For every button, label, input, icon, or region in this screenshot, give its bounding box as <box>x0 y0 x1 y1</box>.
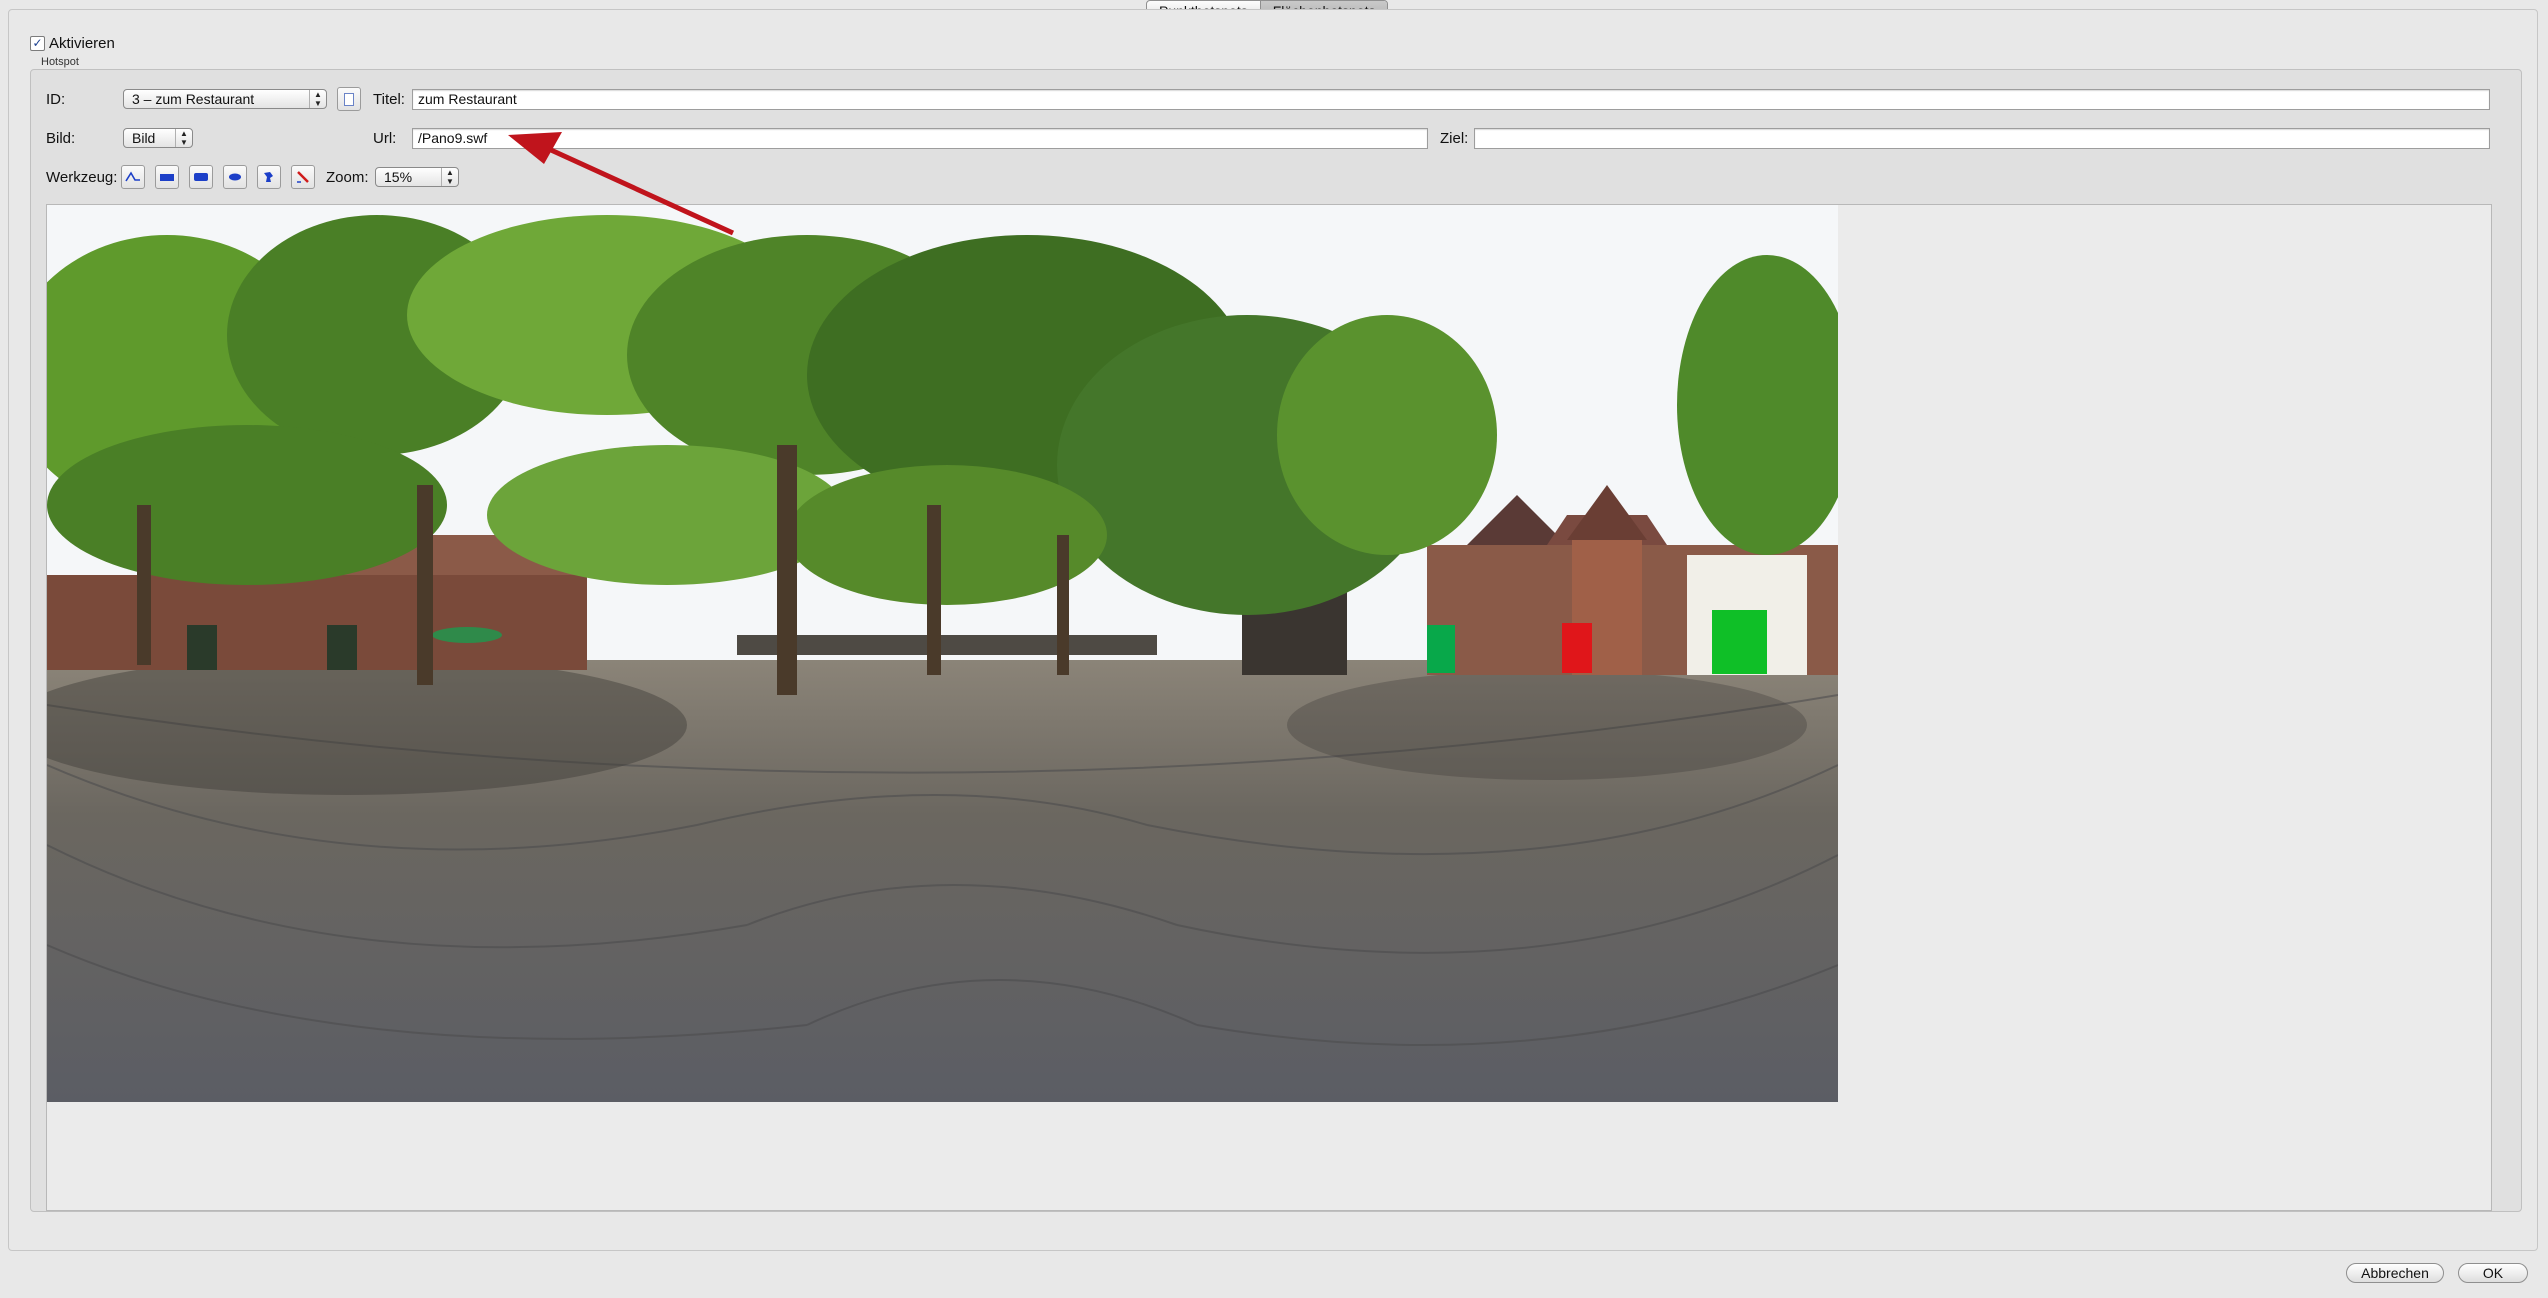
ellipse-tool-icon <box>229 173 241 181</box>
id-label: ID: <box>46 91 66 108</box>
document-icon <box>344 92 354 106</box>
activate-checkbox[interactable]: ✓ <box>30 36 45 51</box>
id-select-value: 3 – zum Restaurant <box>132 91 255 107</box>
cancel-button[interactable]: Abbrechen <box>2346 1263 2444 1283</box>
activate-label: Aktivieren <box>49 35 115 52</box>
rounded-rectangle-tool-icon <box>194 173 208 181</box>
zoom-select-value: 15% <box>384 169 413 185</box>
new-hotspot-button[interactable] <box>337 87 361 111</box>
zoom-select[interactable]: 15% ▲ ▼ <box>375 167 459 187</box>
ok-button[interactable]: OK <box>2458 1263 2528 1283</box>
panorama-image <box>47 205 1838 1102</box>
stepper-arrows-icon: ▲ ▼ <box>441 168 458 186</box>
rounded-rectangle-tool-button[interactable] <box>189 165 213 189</box>
title-label: Titel: <box>373 91 405 108</box>
title-field[interactable]: zum Restaurant <box>412 89 2490 110</box>
url-label: Url: <box>373 130 397 147</box>
annotation-arrow <box>508 132 735 236</box>
hotspot-group-label: Hotspot <box>41 56 79 68</box>
target-label: Ziel: <box>1440 130 1469 147</box>
id-select[interactable]: 3 – zum Restaurant ▲ ▼ <box>123 89 327 109</box>
stepper-arrows-icon: ▲ ▼ <box>309 90 326 108</box>
activate-checkbox-row[interactable]: ✓ Aktivieren <box>30 35 115 52</box>
rectangle-tool-icon <box>160 174 174 181</box>
eraser-tool-button[interactable] <box>291 165 315 189</box>
freeform-tool-button[interactable] <box>257 165 281 189</box>
freeform-tool-icon <box>264 172 273 182</box>
image-label: Bild: <box>46 130 76 147</box>
eraser-tool-icon <box>297 171 309 183</box>
ellipse-tool-button[interactable] <box>223 165 247 189</box>
target-field[interactable] <box>1474 128 2490 149</box>
polygon-tool-icon <box>125 171 140 182</box>
image-select[interactable]: Bild ▲ ▼ <box>123 128 193 148</box>
rectangle-tool-button[interactable] <box>155 165 179 189</box>
stepper-arrows-icon: ▲ ▼ <box>175 129 192 147</box>
zoom-label: Zoom: <box>326 169 369 186</box>
tool-label: Werkzeug: <box>46 169 118 186</box>
hotspot-editor-canvas[interactable] <box>46 204 2492 1211</box>
polygon-tool-button[interactable] <box>121 165 145 189</box>
image-select-value: Bild <box>132 130 156 146</box>
